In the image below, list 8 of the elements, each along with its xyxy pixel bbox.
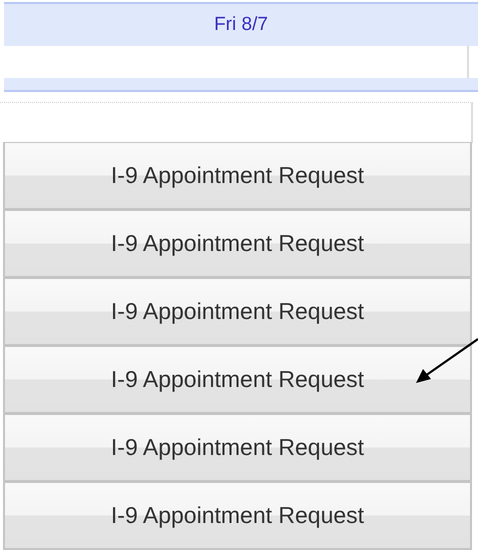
day-label: Fri 8/7 [214,14,268,36]
pointer-arrow [415,338,478,384]
appointment-slot-button[interactable]: I-9 Appointment Request [3,346,472,414]
appointment-slot-button[interactable]: I-9 Appointment Request [3,414,472,482]
appointment-slot-button[interactable]: I-9 Appointment Request [3,482,472,550]
appointment-slot-button[interactable]: I-9 Appointment Request [3,278,472,346]
appointment-slot-button[interactable]: I-9 Appointment Request [3,210,472,278]
appointment-slot-button[interactable]: I-9 Appointment Request [3,142,472,210]
